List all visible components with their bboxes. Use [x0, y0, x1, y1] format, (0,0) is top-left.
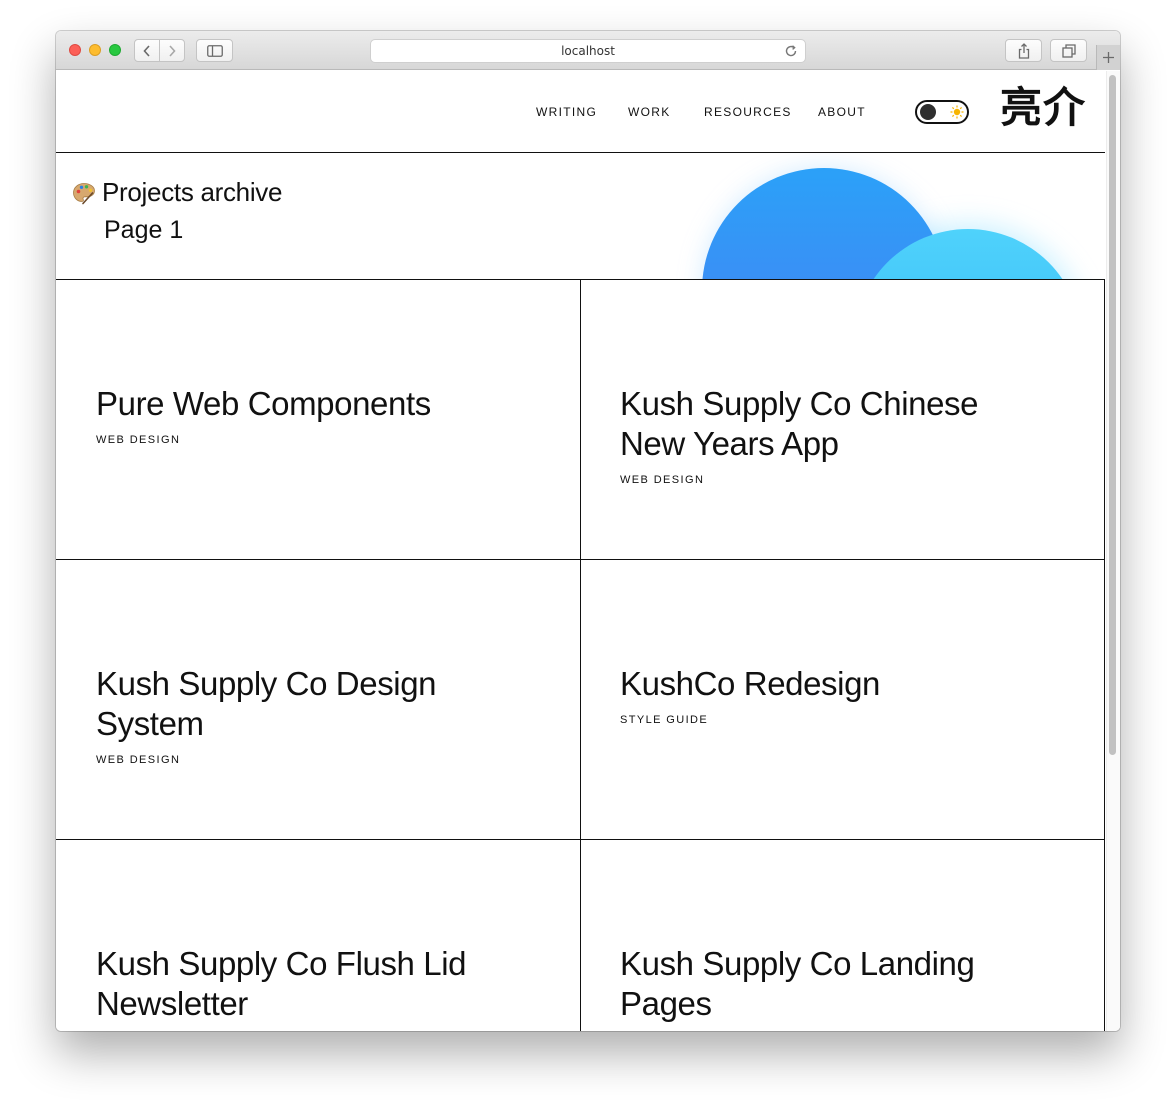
project-title: KushCo Redesign — [620, 665, 880, 702]
toggle-knob — [920, 104, 936, 120]
nav-link-about[interactable]: ABOUT — [818, 105, 866, 119]
nav-link-resources[interactable]: RESOURCES — [704, 105, 792, 119]
sidebar-toggle-button[interactable] — [196, 39, 233, 62]
tabs-overview-button[interactable] — [1050, 39, 1087, 62]
page-number: Page 1 — [104, 216, 184, 244]
close-window-button[interactable] — [69, 44, 81, 56]
scrollbar-thumb[interactable] — [1109, 75, 1116, 755]
project-card[interactable]: Pure Web Components WEB DESIGN — [56, 280, 581, 560]
project-title: Kush Supply Co Design System — [96, 665, 437, 742]
new-tab-button[interactable] — [1096, 45, 1120, 70]
chevron-right-icon — [169, 44, 176, 57]
project-title: Pure Web Components — [96, 385, 431, 422]
history-navigation — [134, 39, 185, 62]
back-button[interactable] — [135, 40, 159, 61]
share-button[interactable] — [1005, 39, 1042, 62]
plus-icon — [1103, 52, 1114, 63]
sidebar-icon — [206, 44, 223, 57]
minimize-window-button[interactable] — [89, 44, 101, 56]
zoom-window-button[interactable] — [109, 44, 121, 56]
address-text: localhost — [561, 44, 615, 58]
project-card[interactable]: Kush Supply Co Flush Lid Newsletter — [56, 840, 581, 1031]
browser-window: localhost WRITING WORK RESOURCES ABOUT 亮… — [56, 31, 1120, 1031]
browser-toolbar: localhost — [56, 31, 1120, 70]
archive-hero: Projects archive Page 1 — [56, 153, 1105, 280]
project-title: Kush Supply Co Chinese New Years App — [620, 385, 979, 462]
project-card[interactable]: Kush Supply Co Chinese New Years App WEB… — [580, 280, 1105, 560]
address-bar[interactable]: localhost — [370, 39, 806, 63]
project-title: Kush Supply Co Landing Pages — [620, 945, 975, 1022]
forward-button[interactable] — [159, 40, 184, 61]
project-card[interactable]: KushCo Redesign STYLE GUIDE — [580, 560, 1105, 840]
project-title: Kush Supply Co Flush Lid Newsletter — [96, 945, 467, 1022]
nav-link-writing[interactable]: WRITING — [536, 105, 597, 119]
chevron-left-icon — [143, 44, 150, 57]
sun-icon — [950, 105, 964, 119]
project-tag: WEB DESIGN — [96, 434, 181, 446]
share-icon — [1018, 42, 1029, 59]
nav-link-work[interactable]: WORK — [628, 105, 671, 119]
page-title: Projects archive — [102, 177, 283, 207]
site-header: WRITING WORK RESOURCES ABOUT 亮介 — [56, 71, 1105, 153]
tabs-icon — [1061, 43, 1076, 58]
project-card[interactable]: Kush Supply Co Landing Pages — [580, 840, 1105, 1031]
reload-icon[interactable] — [783, 43, 799, 59]
theme-toggle[interactable] — [915, 100, 969, 124]
project-tag: STYLE GUIDE — [620, 714, 709, 726]
project-tag: WEB DESIGN — [620, 474, 705, 486]
project-card[interactable]: Kush Supply Co Design System WEB DESIGN — [56, 560, 581, 840]
page-viewport: WRITING WORK RESOURCES ABOUT 亮介 Projects… — [56, 71, 1120, 1031]
site-logo[interactable]: 亮介 — [1000, 83, 1086, 133]
project-tag: WEB DESIGN — [96, 754, 181, 766]
palette-icon — [73, 183, 95, 205]
decorative-circles — [702, 168, 1068, 279]
